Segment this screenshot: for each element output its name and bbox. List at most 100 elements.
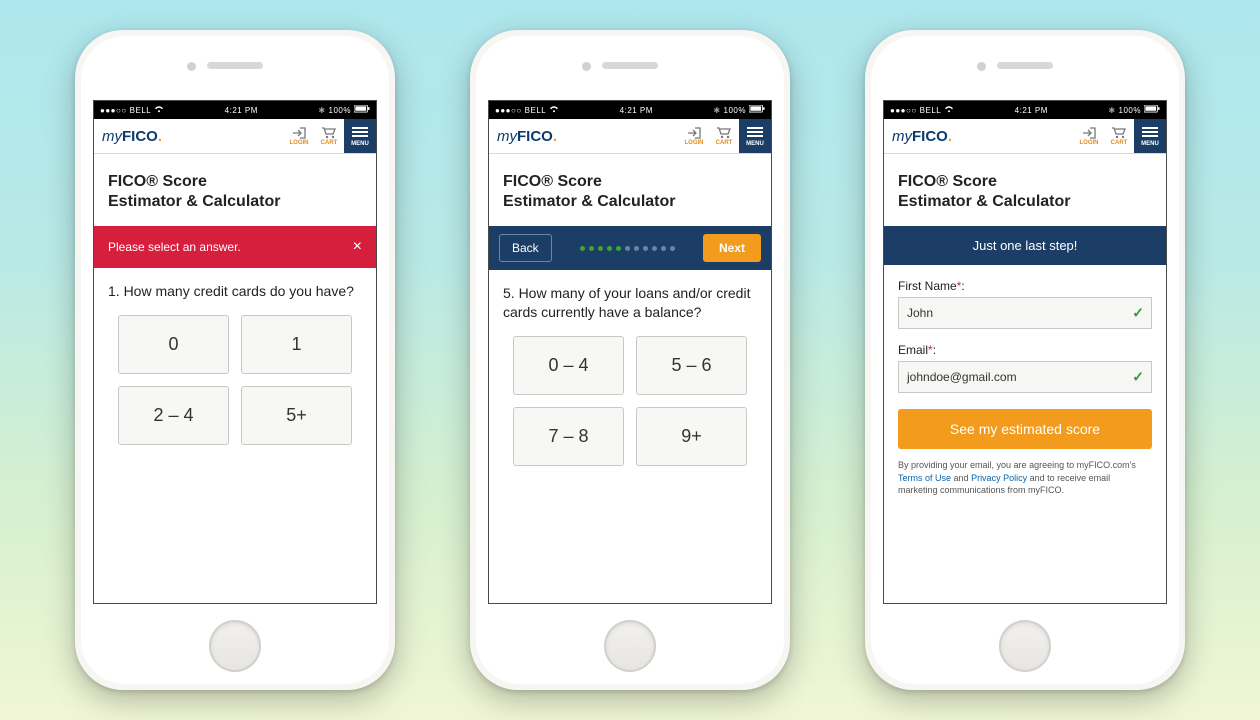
login-label: LOGIN [685,140,704,146]
close-icon[interactable]: × [353,238,362,256]
carrier-label: BELL [920,106,942,115]
app-header: myFICO. LOGIN CART MENU [884,119,1166,154]
menu-button[interactable]: MENU [739,119,771,153]
logo-fico: FICO [912,128,948,145]
status-bar: ●●●○○ BELL 4:21 PM ✱ 100% [94,101,376,119]
screen-1: ●●●○○ BELL 4:21 PM ✱ 100% [93,100,377,604]
logo-dot: . [553,128,557,145]
page-title: FICO® Score Estimator & Calculator [898,172,1152,212]
menu-button[interactable]: MENU [344,119,376,153]
hamburger-icon [352,125,368,139]
progress-dot [643,246,648,251]
login-button[interactable]: LOGIN [284,127,314,146]
menu-label: MENU [351,141,369,147]
bluetooth-icon: ✱ [318,106,325,115]
wifi-icon [944,105,954,115]
option-0[interactable]: 0 – 4 [513,336,624,395]
earpiece [997,62,1053,69]
options-grid: 0 – 4 5 – 6 7 – 8 9+ [503,336,757,466]
progress-dot [598,246,603,251]
camera-dot [977,62,986,71]
page-title-line2: Estimator & Calculator [503,193,675,210]
page-title-line2: Estimator & Calculator [108,193,280,210]
privacy-link[interactable]: Privacy Policy [971,473,1027,483]
camera-dot [187,62,196,71]
status-bar: ●●●○○ BELL 4:21 PM ✱ 100% [884,101,1166,119]
cart-button[interactable]: CART [709,127,739,146]
next-button[interactable]: Next [703,234,761,262]
progress-dot [661,246,666,251]
option-3[interactable]: 5+ [241,386,352,445]
cart-button[interactable]: CART [314,127,344,146]
page-title-line1: FICO® Score [503,173,602,190]
signal-dots: ●●●○○ [495,106,522,115]
cart-button[interactable]: CART [1104,127,1134,146]
error-text: Please select an answer. [108,240,241,254]
back-button[interactable]: Back [499,234,552,262]
status-time: 4:21 PM [225,106,258,115]
progress-dot [670,246,675,251]
logo-my: my [892,128,912,145]
phone-frame-3: ●●●○○ BELL 4:21 PM ✱ 100% myFICO. LOGIN … [865,30,1185,690]
battery-icon [1144,105,1160,115]
progress-dot [607,246,612,251]
logo[interactable]: myFICO. [102,128,284,145]
progress-dot [652,246,657,251]
battery-label: 100% [1119,106,1141,115]
screen-3: ●●●○○ BELL 4:21 PM ✱ 100% myFICO. LOGIN … [883,100,1167,604]
error-banner: Please select an answer. × [94,226,376,268]
earpiece [207,62,263,69]
home-button[interactable] [209,620,261,672]
home-button[interactable] [604,620,656,672]
login-label: LOGIN [290,140,309,146]
logo[interactable]: myFICO. [892,128,1074,145]
page-title: FICO® Score Estimator & Calculator [503,172,757,212]
login-button[interactable]: LOGIN [1074,127,1104,146]
option-3[interactable]: 9+ [636,407,747,466]
logo-fico: FICO [517,128,553,145]
page-title-line2: Estimator & Calculator [898,193,1070,210]
submit-button[interactable]: See my estimated score [898,409,1152,449]
menu-button[interactable]: MENU [1134,119,1166,153]
email-input[interactable] [898,361,1152,393]
hamburger-icon [747,125,763,139]
logo-fico: FICO [122,128,158,145]
carrier-label: BELL [525,106,547,115]
progress-dot [616,246,621,251]
page-title-line1: FICO® Score [898,173,997,190]
terms-link[interactable]: Terms of Use [898,473,951,483]
cart-label: CART [1111,140,1128,146]
bluetooth-icon: ✱ [713,106,720,115]
home-button[interactable] [999,620,1051,672]
options-grid: 0 1 2 – 4 5+ [108,315,362,445]
logo-my: my [497,128,517,145]
check-icon: ✓ [1132,369,1144,386]
option-1[interactable]: 1 [241,315,352,374]
cart-label: CART [321,140,338,146]
hamburger-icon [1142,125,1158,139]
page-title-line1: FICO® Score [108,173,207,190]
progress-dot [625,246,630,251]
progress-dot [634,246,639,251]
option-1[interactable]: 5 – 6 [636,336,747,395]
login-button[interactable]: LOGIN [679,127,709,146]
status-bar: ●●●○○ BELL 4:21 PM ✱ 100% [489,101,771,119]
legal-and: and [954,473,972,483]
first-name-input[interactable] [898,297,1152,329]
progress-dot [580,246,585,251]
battery-icon [749,105,765,115]
cart-label: CART [716,140,733,146]
option-2[interactable]: 7 – 8 [513,407,624,466]
logo[interactable]: myFICO. [497,128,679,145]
option-0[interactable]: 0 [118,315,229,374]
carrier-label: BELL [130,106,152,115]
last-step-header: Just one last step! [884,226,1166,265]
signal-dots: ●●●○○ [100,106,127,115]
phone-frame-1: ●●●○○ BELL 4:21 PM ✱ 100% [75,30,395,690]
signal-dots: ●●●○○ [890,106,917,115]
bluetooth-icon: ✱ [1108,106,1115,115]
option-2[interactable]: 2 – 4 [118,386,229,445]
battery-icon [354,105,370,115]
earpiece [602,62,658,69]
legal-pre: By providing your email, you are agreein… [898,460,1136,470]
